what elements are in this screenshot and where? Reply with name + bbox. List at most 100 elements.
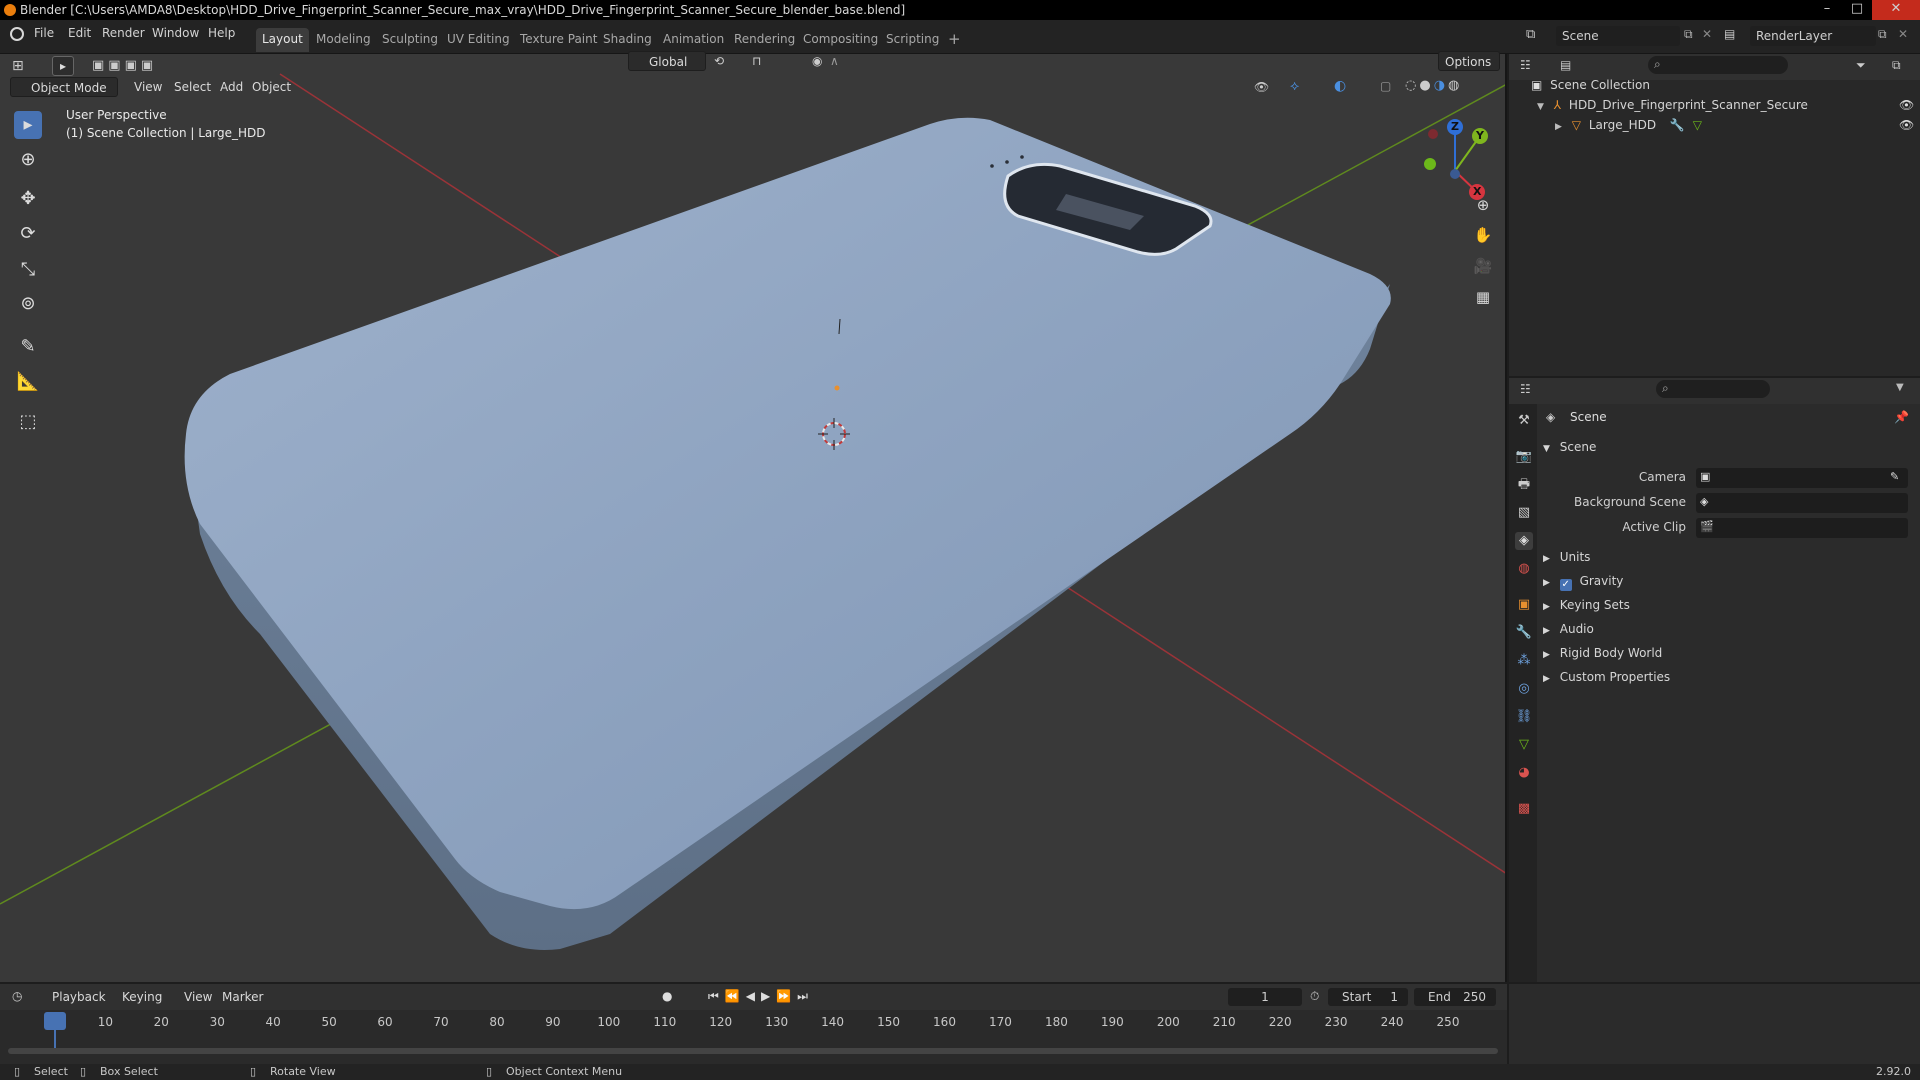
object-mode-dropdown[interactable]: Object Mode: [10, 77, 118, 97]
world-tab-icon[interactable]: ◍: [1515, 560, 1533, 578]
viewport-menu-view[interactable]: View: [128, 77, 168, 97]
view-layer-tab-icon[interactable]: ▧: [1515, 504, 1533, 522]
close-button[interactable]: ✕: [1872, 0, 1920, 20]
pin-icon[interactable]: 📌: [1894, 410, 1909, 424]
viewport-menu-select[interactable]: Select: [168, 77, 217, 97]
zoom-icon[interactable]: ⊕: [1470, 192, 1496, 218]
camera-view-icon[interactable]: 🎥: [1470, 253, 1496, 279]
add-workspace-button[interactable]: +: [942, 28, 967, 52]
custom-properties-panel-header[interactable]: ▶ Custom Properties: [1541, 666, 1913, 688]
gizmo-toggle-icon[interactable]: ⟡: [1290, 78, 1299, 94]
viewport-menu-add[interactable]: Add: [214, 77, 249, 97]
select-mode-icon[interactable]: ▸: [52, 56, 74, 76]
units-panel-header[interactable]: ▶ Units: [1541, 546, 1913, 568]
shading-mode-icons[interactable]: ◌●◑◍: [1405, 78, 1462, 93]
menu-render[interactable]: Render: [102, 26, 145, 40]
tab-compositing[interactable]: Compositing: [797, 28, 884, 52]
record-icon[interactable]: ●: [662, 989, 672, 1003]
tab-rendering[interactable]: Rendering: [728, 28, 801, 52]
tool-tab-icon[interactable]: ⚒: [1515, 412, 1533, 430]
proportional-edit-icon[interactable]: ◉: [812, 54, 822, 68]
display-mode-icon[interactable]: ▤: [1560, 58, 1571, 72]
snap-icon[interactable]: ⊓: [752, 54, 761, 68]
eye-icon[interactable]: 👁: [1899, 115, 1914, 135]
outliner-editor-icon[interactable]: ☷: [1520, 58, 1531, 72]
remove-scene-icon[interactable]: ✕: [1702, 27, 1712, 41]
viewport-menu-object[interactable]: Object: [246, 77, 297, 97]
visibility-icon[interactable]: 👁: [1254, 80, 1269, 94]
move-tool-icon[interactable]: ✥: [14, 185, 42, 213]
tab-shading[interactable]: Shading: [597, 28, 658, 52]
select-tool-icon[interactable]: ▸: [14, 111, 42, 139]
pan-hand-icon[interactable]: ✋: [1470, 222, 1496, 248]
expand-icon[interactable]: ▶: [1555, 122, 1562, 132]
tab-sculpting[interactable]: Sculpting: [376, 28, 444, 52]
overlay-toggle-icon[interactable]: ◐: [1334, 78, 1346, 94]
texture-tab-icon[interactable]: ▩: [1515, 800, 1533, 818]
background-scene-field[interactable]: ◈: [1696, 493, 1908, 513]
tab-animation[interactable]: Animation: [657, 28, 730, 52]
scene-collection-row[interactable]: ▣ Scene Collection: [1509, 75, 1920, 95]
rotate-tool-icon[interactable]: ⟳: [14, 220, 42, 248]
eyedropper-icon[interactable]: ✎: [1890, 470, 1899, 483]
renderlayer-selector[interactable]: RenderLayer: [1750, 26, 1876, 46]
tab-modeling[interactable]: Modeling: [310, 28, 377, 52]
timeline-menu-view[interactable]: View: [178, 987, 218, 1007]
3d-viewport[interactable]: [0, 54, 1507, 982]
options-dropdown[interactable]: Options: [1438, 51, 1500, 71]
outliner-item-hdd-collection[interactable]: ▼ ⅄ HDD_Drive_Fingerprint_Scanner_Secure…: [1509, 95, 1920, 115]
filter-icon[interactable]: ⏷: [1856, 58, 1866, 73]
timeline-scrollbar[interactable]: [8, 1048, 1498, 1054]
properties-editor-icon[interactable]: ☷: [1520, 382, 1531, 396]
scene-tab-icon[interactable]: ◈: [1515, 532, 1533, 550]
audio-panel-header[interactable]: ▶ Audio: [1541, 618, 1913, 640]
falloff-icon[interactable]: ∧: [830, 54, 839, 68]
scene-panel-header[interactable]: ▼ Scene: [1541, 436, 1913, 458]
scene-selector[interactable]: Scene: [1556, 26, 1680, 46]
timeline-menu-keying[interactable]: Keying: [116, 987, 168, 1007]
measure-tool-icon[interactable]: 📐: [14, 368, 42, 396]
playhead[interactable]: [44, 1012, 66, 1030]
add-cube-tool-icon[interactable]: ⬚: [14, 408, 42, 436]
playback-controls-icons[interactable]: ⏮⏪◀▶⏩⏭: [708, 989, 814, 1004]
new-scene-icon[interactable]: ⧉: [1684, 27, 1693, 42]
tab-texture-paint[interactable]: Texture Paint: [514, 28, 603, 52]
keying-sets-panel-header[interactable]: ▶ Keying Sets: [1541, 594, 1913, 616]
ortho-grid-icon[interactable]: ▦: [1470, 284, 1496, 310]
properties-search-input[interactable]: ⌕: [1656, 380, 1770, 398]
outliner-item-large-hdd[interactable]: ▶ ▽ Large_HDD 🔧 ▽ 👁: [1509, 115, 1920, 135]
data-tab-icon[interactable]: ▽: [1515, 736, 1533, 754]
tab-uv-editing[interactable]: UV Editing: [441, 28, 516, 52]
expand-icon[interactable]: ▼: [1537, 102, 1544, 112]
new-collection-icon[interactable]: ⧉: [1892, 58, 1901, 73]
maximize-button[interactable]: □: [1842, 0, 1872, 20]
menu-edit[interactable]: Edit: [68, 26, 91, 40]
material-tab-icon[interactable]: ◕: [1515, 764, 1533, 782]
object-tab-icon[interactable]: ▣: [1515, 596, 1533, 614]
gravity-panel-header[interactable]: ▶ ✓ Gravity: [1541, 570, 1913, 592]
minimize-button[interactable]: –: [1812, 0, 1842, 20]
timeline-menu-marker[interactable]: Marker: [216, 987, 269, 1007]
active-clip-field[interactable]: 🎬: [1696, 518, 1908, 538]
transform-orientation-dropdown[interactable]: Global: [628, 51, 706, 71]
scale-tool-icon[interactable]: ⤡: [14, 256, 42, 284]
rigid-body-world-panel-header[interactable]: ▶ Rigid Body World: [1541, 642, 1913, 664]
constraints-tab-icon[interactable]: ⛓: [1515, 708, 1533, 726]
physics-tab-icon[interactable]: ◎: [1515, 680, 1533, 698]
menu-file[interactable]: File: [34, 26, 54, 40]
tab-layout[interactable]: Layout: [256, 28, 309, 52]
new-renderlayer-icon[interactable]: ⧉: [1878, 27, 1887, 42]
chevron-down-icon[interactable]: ▼: [1896, 382, 1904, 393]
editor-type-icon[interactable]: ⊞: [12, 58, 24, 74]
cursor-tool-icon[interactable]: ⊕: [14, 146, 42, 174]
start-frame-field[interactable]: Start 1: [1328, 988, 1408, 1006]
menu-window[interactable]: Window: [152, 26, 199, 40]
current-frame-field[interactable]: 1: [1228, 988, 1302, 1006]
modifier-tab-icon[interactable]: 🔧: [1515, 624, 1533, 642]
menu-help[interactable]: Help: [208, 26, 235, 40]
end-frame-field[interactable]: End 250: [1414, 988, 1496, 1006]
eye-icon[interactable]: 👁: [1899, 95, 1914, 115]
pivot-point-icon[interactable]: ⟲: [714, 54, 724, 68]
gravity-checkbox[interactable]: ✓: [1559, 579, 1572, 591]
xray-toggle-icon[interactable]: ▢: [1380, 79, 1391, 93]
